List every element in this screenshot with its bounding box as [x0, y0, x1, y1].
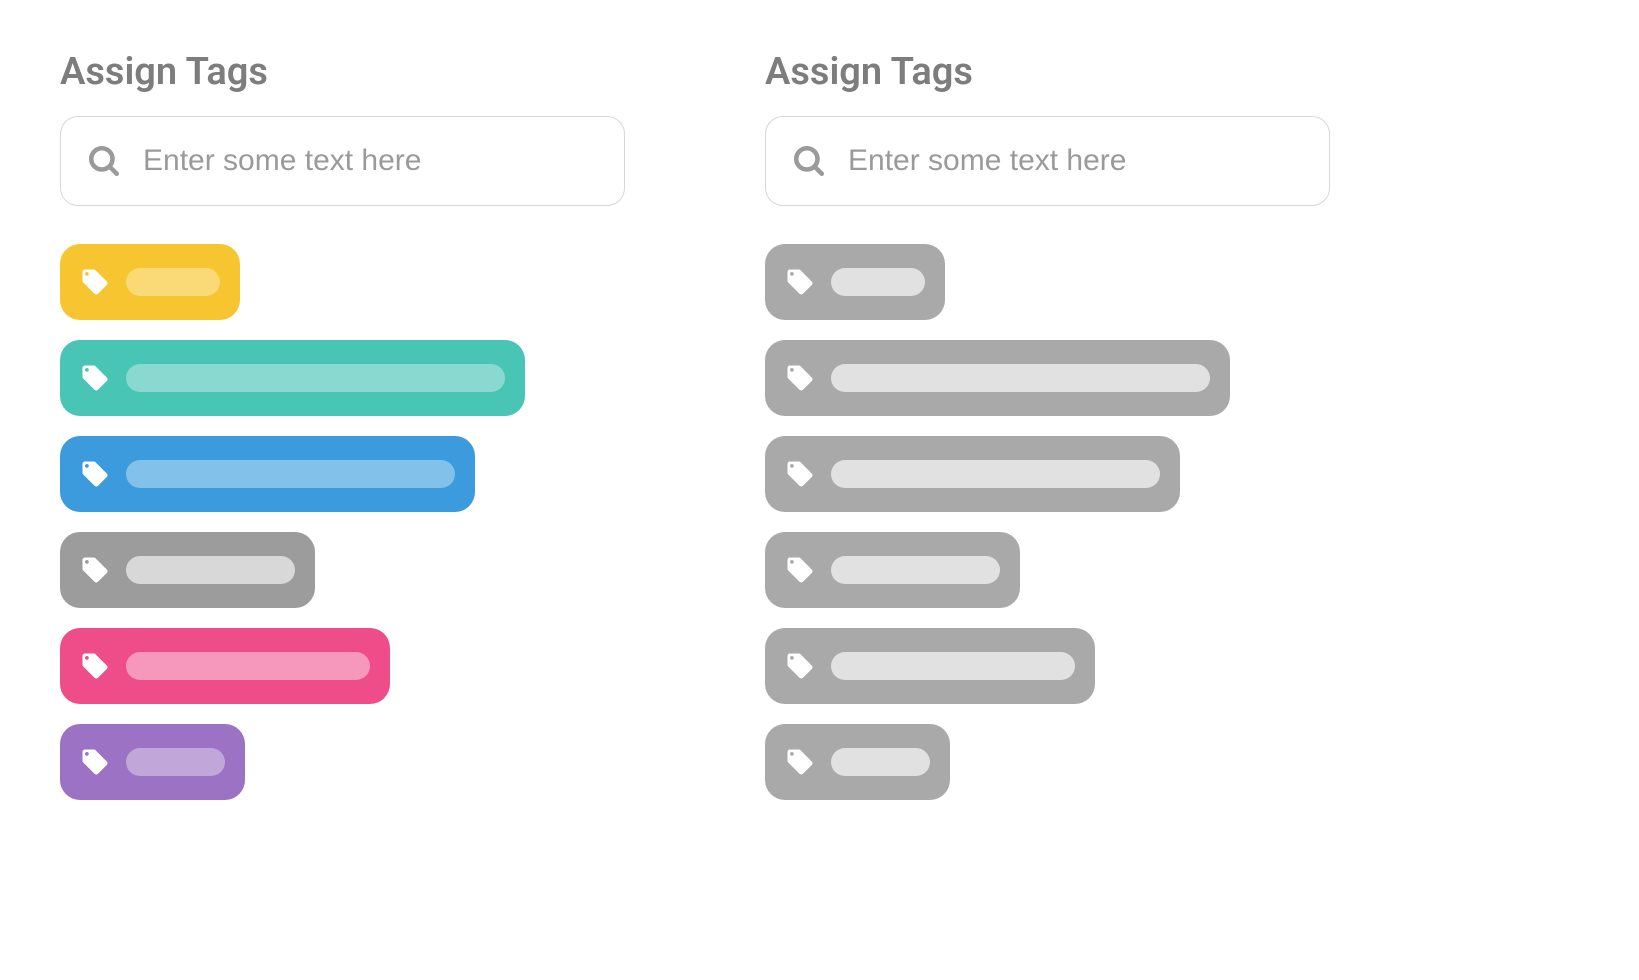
- search-box[interactable]: [60, 116, 625, 206]
- search-input[interactable]: [143, 144, 598, 178]
- tag-label-placeholder: [831, 748, 930, 776]
- tag-icon: [785, 459, 815, 489]
- tag-item[interactable]: [60, 244, 240, 320]
- tag-item[interactable]: [60, 724, 245, 800]
- tag-item[interactable]: [60, 628, 390, 704]
- tag-icon: [80, 363, 110, 393]
- search-box[interactable]: [765, 116, 1330, 206]
- panel-title: Assign Tags: [60, 50, 625, 94]
- tag-icon: [785, 651, 815, 681]
- tag-item[interactable]: [60, 532, 315, 608]
- tag-item[interactable]: [765, 340, 1230, 416]
- tag-label-placeholder: [126, 460, 455, 488]
- tag-item[interactable]: [765, 436, 1180, 512]
- tag-icon: [80, 267, 110, 297]
- tag-icon: [785, 267, 815, 297]
- tag-label-placeholder: [126, 364, 505, 392]
- search-icon: [87, 144, 121, 178]
- tag-icon: [80, 459, 110, 489]
- tag-item[interactable]: [60, 340, 525, 416]
- tag-panel-left: Assign Tags: [60, 50, 625, 930]
- search-icon: [792, 144, 826, 178]
- tag-label-placeholder: [126, 556, 295, 584]
- tag-label-placeholder: [831, 460, 1160, 488]
- tag-icon: [785, 555, 815, 585]
- tag-icon: [80, 555, 110, 585]
- tag-icon: [80, 747, 110, 777]
- tag-label-placeholder: [831, 364, 1210, 392]
- tag-label-placeholder: [126, 748, 225, 776]
- tag-label-placeholder: [126, 268, 220, 296]
- tag-label-placeholder: [831, 652, 1075, 680]
- tag-icon: [785, 747, 815, 777]
- tag-panel-right: Assign Tags: [765, 50, 1330, 930]
- tag-item[interactable]: [765, 244, 945, 320]
- tag-icon: [80, 651, 110, 681]
- tag-list-right: [765, 244, 1330, 800]
- tag-label-placeholder: [126, 652, 370, 680]
- tag-label-placeholder: [831, 268, 925, 296]
- tag-item[interactable]: [765, 724, 950, 800]
- tag-item[interactable]: [60, 436, 475, 512]
- tag-item[interactable]: [765, 532, 1020, 608]
- panel-title: Assign Tags: [765, 50, 1330, 94]
- search-input[interactable]: [848, 144, 1303, 178]
- tag-list-left: [60, 244, 625, 800]
- tag-item[interactable]: [765, 628, 1095, 704]
- tag-icon: [785, 363, 815, 393]
- tag-label-placeholder: [831, 556, 1000, 584]
